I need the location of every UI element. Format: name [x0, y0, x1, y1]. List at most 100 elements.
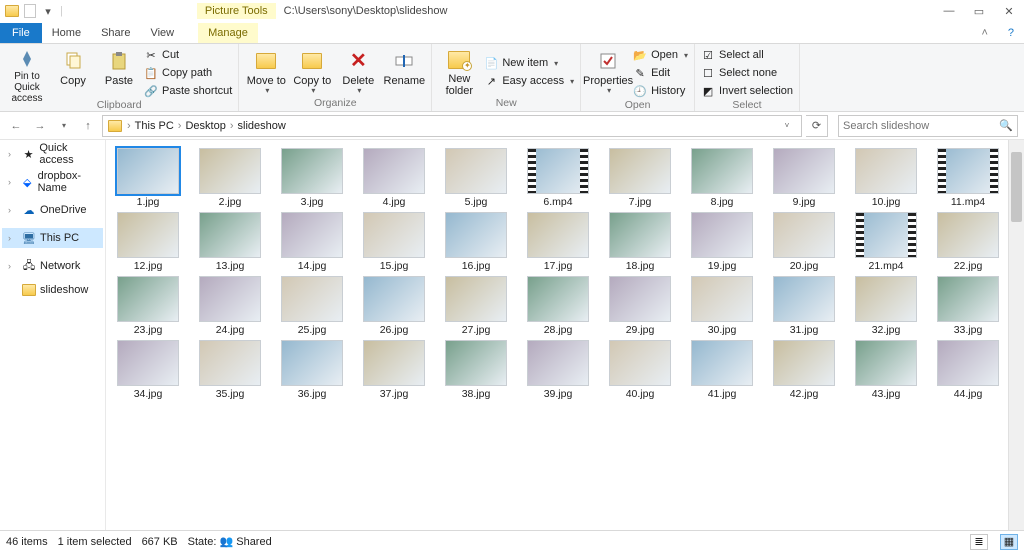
file-item[interactable]: 22.jpg: [934, 212, 1002, 272]
nav-slideshow[interactable]: slideshow: [2, 280, 103, 300]
file-item[interactable]: 44.jpg: [934, 340, 1002, 400]
file-tab[interactable]: File: [0, 23, 42, 43]
qat-dropdown-icon[interactable]: ▾: [40, 3, 56, 19]
file-item[interactable]: 5.jpg: [442, 148, 510, 208]
file-item[interactable]: 42.jpg: [770, 340, 838, 400]
scrollbar-thumb[interactable]: [1011, 152, 1022, 222]
file-item[interactable]: 43.jpg: [852, 340, 920, 400]
file-item[interactable]: 33.jpg: [934, 276, 1002, 336]
file-item[interactable]: 26.jpg: [360, 276, 428, 336]
forward-button[interactable]: →: [30, 116, 50, 136]
vertical-scrollbar[interactable]: [1008, 140, 1024, 530]
file-item[interactable]: 3.jpg: [278, 148, 346, 208]
file-item[interactable]: 7.jpg: [606, 148, 674, 208]
close-button[interactable]: ✕: [994, 0, 1024, 22]
file-item[interactable]: 20.jpg: [770, 212, 838, 272]
file-item[interactable]: 17.jpg: [524, 212, 592, 272]
nav-quick-access[interactable]: ›★Quick access: [2, 144, 103, 164]
file-item[interactable]: 11.mp4: [934, 148, 1002, 208]
file-item[interactable]: 27.jpg: [442, 276, 510, 336]
manage-tab[interactable]: Manage: [198, 23, 258, 43]
search-icon[interactable]: 🔍: [999, 119, 1013, 132]
file-item[interactable]: 10.jpg: [852, 148, 920, 208]
file-item[interactable]: 15.jpg: [360, 212, 428, 272]
thumbnails-view-button[interactable]: ▦: [1000, 534, 1018, 550]
search-input[interactable]: 🔍: [838, 115, 1018, 137]
file-item[interactable]: 30.jpg: [688, 276, 756, 336]
breadcrumb-this-pc[interactable]: This PC: [135, 120, 174, 132]
file-item[interactable]: 31.jpg: [770, 276, 838, 336]
up-button[interactable]: ↑: [78, 116, 98, 136]
copy-to-button[interactable]: Copy to▾: [291, 47, 333, 97]
edit-button[interactable]: ✎Edit: [633, 65, 688, 81]
navigation-pane[interactable]: ›★Quick access ›⬙dropbox-Name ›☁OneDrive…: [0, 140, 106, 530]
open-button[interactable]: 📂Open▾: [633, 47, 688, 63]
invert-selection-button[interactable]: ◩Invert selection: [701, 83, 793, 99]
file-item[interactable]: 32.jpg: [852, 276, 920, 336]
select-none-button[interactable]: ☐Select none: [701, 65, 793, 81]
file-item[interactable]: 36.jpg: [278, 340, 346, 400]
file-item[interactable]: 38.jpg: [442, 340, 510, 400]
file-item[interactable]: 23.jpg: [114, 276, 182, 336]
back-button[interactable]: ←: [6, 116, 26, 136]
file-item[interactable]: 12.jpg: [114, 212, 182, 272]
file-item[interactable]: 6.mp4: [524, 148, 592, 208]
breadcrumb-current[interactable]: slideshow: [238, 120, 286, 132]
search-field[interactable]: [843, 120, 999, 132]
nav-network[interactable]: ›🖧Network: [2, 256, 103, 276]
share-tab[interactable]: Share: [91, 23, 140, 43]
properties-button[interactable]: Properties▾: [587, 47, 629, 97]
address-bar[interactable]: › This PC › Desktop › slideshow ˅: [102, 115, 802, 137]
chevron-right-icon[interactable]: ›: [178, 120, 182, 132]
file-item[interactable]: 29.jpg: [606, 276, 674, 336]
file-item[interactable]: 41.jpg: [688, 340, 756, 400]
recent-dropdown[interactable]: ▾: [54, 116, 74, 136]
file-item[interactable]: 16.jpg: [442, 212, 510, 272]
file-item[interactable]: 18.jpg: [606, 212, 674, 272]
file-item[interactable]: 37.jpg: [360, 340, 428, 400]
file-item[interactable]: 28.jpg: [524, 276, 592, 336]
file-item[interactable]: 2.jpg: [196, 148, 264, 208]
file-item[interactable]: 39.jpg: [524, 340, 592, 400]
history-button[interactable]: 🕘History: [633, 83, 688, 99]
refresh-button[interactable]: ⟳: [806, 115, 828, 137]
paste-button[interactable]: Paste: [98, 47, 140, 97]
pin-to-quick-access-button[interactable]: Pin to Quick access: [6, 47, 48, 97]
file-item[interactable]: 4.jpg: [360, 148, 428, 208]
file-item[interactable]: 35.jpg: [196, 340, 264, 400]
file-item[interactable]: 9.jpg: [770, 148, 838, 208]
file-item[interactable]: 25.jpg: [278, 276, 346, 336]
ribbon-collapse-icon[interactable]: ˄: [971, 23, 997, 43]
file-item[interactable]: 13.jpg: [196, 212, 264, 272]
file-item[interactable]: 14.jpg: [278, 212, 346, 272]
maximize-button[interactable]: ▭: [964, 0, 994, 22]
file-item[interactable]: 1.jpg: [114, 148, 182, 208]
new-folder-button[interactable]: ✦New folder: [438, 47, 480, 97]
copy-button[interactable]: Copy: [52, 47, 94, 97]
document-icon[interactable]: [24, 4, 36, 18]
paste-shortcut-button[interactable]: 🔗Paste shortcut: [144, 83, 232, 99]
file-item[interactable]: 19.jpg: [688, 212, 756, 272]
home-tab[interactable]: Home: [42, 23, 91, 43]
help-icon[interactable]: ?: [998, 23, 1024, 43]
file-item[interactable]: 21.mp4: [852, 212, 920, 272]
easy-access-button[interactable]: ↗Easy access▾: [484, 73, 574, 89]
nav-onedrive[interactable]: ›☁OneDrive: [2, 200, 103, 220]
file-item[interactable]: 8.jpg: [688, 148, 756, 208]
nav-this-pc[interactable]: ›🖥This PC: [2, 228, 103, 248]
details-view-button[interactable]: ≣: [970, 534, 988, 550]
file-item[interactable]: 40.jpg: [606, 340, 674, 400]
file-item[interactable]: 34.jpg: [114, 340, 182, 400]
delete-button[interactable]: ✕Delete▾: [337, 47, 379, 97]
copy-path-button[interactable]: 📋Copy path: [144, 65, 232, 81]
move-to-button[interactable]: Move to▾: [245, 47, 287, 97]
cut-button[interactable]: ✂Cut: [144, 47, 232, 63]
rename-button[interactable]: Rename: [383, 47, 425, 97]
chevron-right-icon[interactable]: ›: [127, 120, 131, 132]
address-dropdown-icon[interactable]: ˅: [777, 116, 797, 136]
file-grid[interactable]: 1.jpg2.jpg3.jpg4.jpg5.jpg6.mp47.jpg8.jpg…: [106, 140, 1008, 530]
breadcrumb-desktop[interactable]: Desktop: [185, 120, 225, 132]
select-all-button[interactable]: ☑Select all: [701, 47, 793, 63]
chevron-right-icon[interactable]: ›: [230, 120, 234, 132]
nav-dropbox[interactable]: ›⬙dropbox-Name: [2, 172, 103, 192]
